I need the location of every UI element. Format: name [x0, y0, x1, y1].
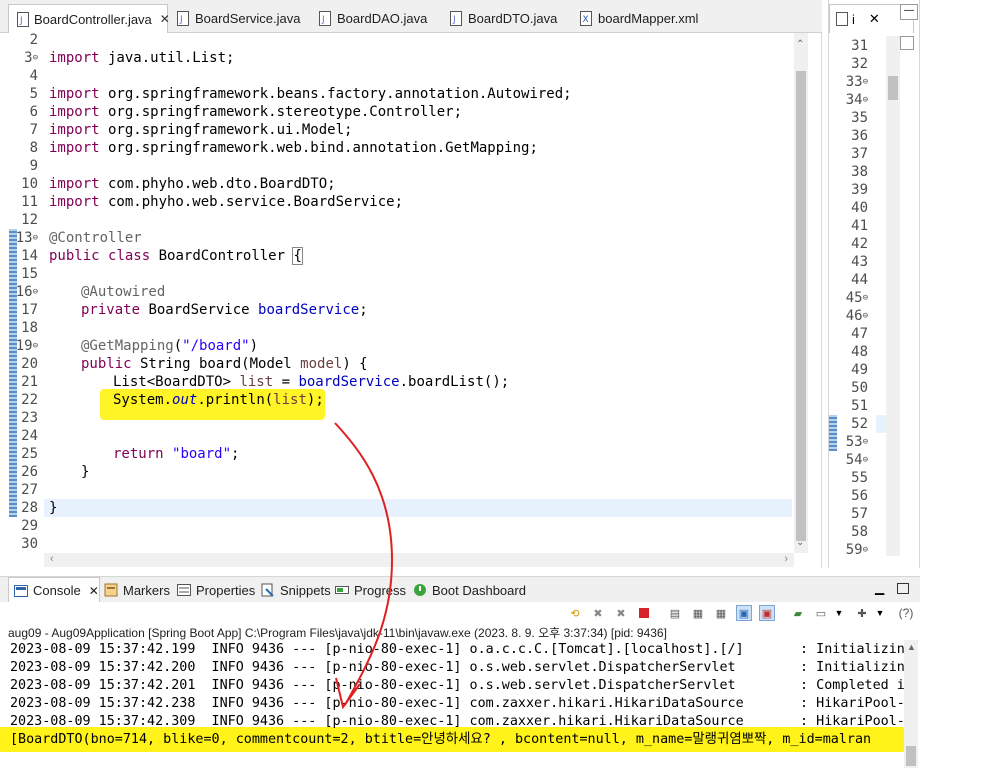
java-file-icon: J	[449, 11, 463, 27]
console-icon	[14, 584, 28, 598]
scroll-thumb[interactable]	[906, 746, 916, 766]
show-on-stdout-icon[interactable]: ▣	[736, 605, 752, 621]
code-line: private BoardService boardService;	[81, 302, 368, 318]
log-line: 2023-08-09 15:37:42.199 INFO 9436 --- [p…	[10, 642, 913, 657]
code-line: import org.springframework.beans.factory…	[49, 86, 572, 102]
tab-board-dto[interactable]: J BoardDTO.java	[441, 4, 571, 33]
close-icon[interactable]: ✕	[89, 584, 99, 598]
code-line: public class BoardController {	[49, 247, 303, 265]
minimize-button[interactable]: ▁	[875, 581, 884, 595]
code-line: List<BoardDTO> list = boardService.board…	[113, 374, 510, 390]
tab-properties[interactable]: Properties	[177, 577, 255, 603]
java-file-icon	[836, 12, 848, 26]
side-panel-scrollbar[interactable]	[886, 36, 900, 556]
code-line: }	[49, 500, 58, 516]
scroll-lock-icon[interactable]: ▦	[690, 605, 706, 621]
minimize-button[interactable]: ―	[900, 4, 918, 20]
maximize-button[interactable]	[900, 36, 914, 50]
close-icon[interactable]: ✕	[869, 11, 880, 27]
code-line: import org.springframework.ui.Model;	[49, 122, 353, 138]
tab-board-dao[interactable]: J BoardDAO.java	[310, 4, 440, 33]
boot-dashboard-icon	[413, 583, 427, 597]
tab-board-service[interactable]: J BoardService.java	[168, 4, 308, 33]
console-tab-bar: Console ✕ Markers Properties Snippets Pr…	[0, 576, 920, 603]
log-line: 2023-08-09 15:37:42.309 INFO 9436 --- [p…	[10, 714, 913, 729]
code-line: @Autowired	[81, 284, 166, 300]
code-line: import java.util.List;	[49, 50, 235, 66]
tab-markers[interactable]: Markers	[104, 577, 170, 603]
chevron-down-icon[interactable]: ▼	[831, 605, 847, 621]
code-line: System.out.println(list);	[113, 392, 324, 408]
scroll-thumb[interactable]	[796, 71, 806, 541]
pin-console-icon[interactable]: ▰	[790, 605, 806, 621]
fold-icon: ⊖	[32, 53, 38, 63]
code-line: public String board(Model model) {	[81, 356, 368, 372]
remove-launch-icon[interactable]: ✖	[590, 605, 606, 621]
fold-icon: ⊖	[32, 287, 38, 297]
tab-console[interactable]: Console ✕	[8, 577, 100, 603]
tab-boot-dashboard[interactable]: Boot Dashboard	[413, 577, 526, 603]
help-icon[interactable]: (?)	[895, 605, 917, 621]
code-line: import org.springframework.stereotype.Co…	[49, 104, 463, 120]
word-wrap-icon[interactable]: ▦	[713, 605, 729, 621]
current-line-highlight	[44, 499, 792, 517]
code-line: import org.springframework.web.bind.anno…	[49, 140, 538, 156]
snippets-icon	[261, 583, 275, 597]
scroll-right-icon[interactable]: ›	[784, 553, 788, 565]
code-line: import com.phyho.web.service.BoardServic…	[49, 194, 404, 210]
java-file-icon: J	[318, 11, 332, 27]
progress-icon	[335, 583, 349, 597]
relaunch-icon[interactable]: ⟲	[567, 605, 583, 621]
show-on-stderr-icon[interactable]: ▣	[759, 605, 775, 621]
log-line: 2023-08-09 15:37:42.201 INFO 9436 --- [p…	[10, 678, 913, 693]
scroll-thumb[interactable]	[888, 76, 898, 100]
maximize-button[interactable]	[897, 583, 909, 594]
tab-progress[interactable]: Progress	[335, 577, 406, 603]
scroll-left-icon[interactable]: ‹	[50, 553, 54, 565]
code-line: @GetMapping("/board")	[81, 338, 259, 354]
display-console-icon[interactable]: ▭	[813, 605, 829, 621]
open-console-icon[interactable]: ✚	[854, 605, 870, 621]
change-bar	[829, 415, 837, 451]
log-line: [BoardDTO(bno=714, blike=0, commentcount…	[10, 732, 872, 747]
code-line: import com.phyho.web.dto.BoardDTO;	[49, 176, 336, 192]
current-line-highlight	[876, 415, 886, 433]
scroll-up-icon[interactable]: ⌃	[796, 39, 804, 50]
markers-icon	[104, 583, 118, 597]
tab-board-controller[interactable]: J BoardController.java ✕	[8, 4, 170, 33]
tab-board-mapper[interactable]: X boardMapper.xml	[571, 4, 711, 33]
svg-text:J: J	[452, 15, 456, 25]
chevron-down-icon[interactable]: ▼	[872, 605, 888, 621]
fold-icon: ⊖	[32, 233, 38, 243]
code-line: return "board";	[113, 446, 240, 462]
java-file-icon: J	[176, 11, 190, 27]
properties-icon	[177, 583, 191, 597]
console-toolbar: ⟲ ✖ ✖ ▤ ▦ ▦ ▣ ▣ ▰ ▭ ▼ ✚ ▼ (?)	[0, 602, 920, 624]
scroll-down-icon[interactable]: ⌄	[796, 537, 804, 548]
svg-text:J: J	[321, 15, 325, 25]
log-line: 2023-08-09 15:37:42.238 INFO 9436 --- [p…	[10, 696, 913, 711]
tab-snippets[interactable]: Snippets	[261, 577, 331, 603]
terminate-icon[interactable]	[636, 605, 652, 621]
editor-vertical-scrollbar[interactable]: ⌃ ⌄	[794, 33, 808, 553]
log-line: 2023-08-09 15:37:42.200 INFO 9436 --- [p…	[10, 660, 913, 675]
editor-tab-bar: J BoardController.java ✕ J BoardService.…	[0, 0, 822, 33]
code-line: @Controller	[49, 230, 142, 246]
console-vertical-scrollbar[interactable]: ▲	[904, 640, 918, 768]
svg-text:J: J	[179, 15, 183, 25]
launch-description: aug09 - Aug09Application [Spring Boot Ap…	[8, 626, 667, 640]
scroll-up-icon[interactable]: ▲	[907, 642, 916, 652]
code-line: }	[81, 464, 90, 480]
java-file-icon: J	[17, 11, 29, 27]
svg-text:X: X	[583, 15, 589, 25]
fold-icon: ⊖	[32, 341, 38, 351]
svg-text:J: J	[19, 16, 23, 26]
xml-file-icon: X	[579, 11, 593, 27]
editor-horizontal-scrollbar[interactable]: ‹ ›	[44, 553, 794, 567]
remove-all-icon[interactable]: ✖	[613, 605, 629, 621]
clear-console-icon[interactable]: ▤	[667, 605, 683, 621]
